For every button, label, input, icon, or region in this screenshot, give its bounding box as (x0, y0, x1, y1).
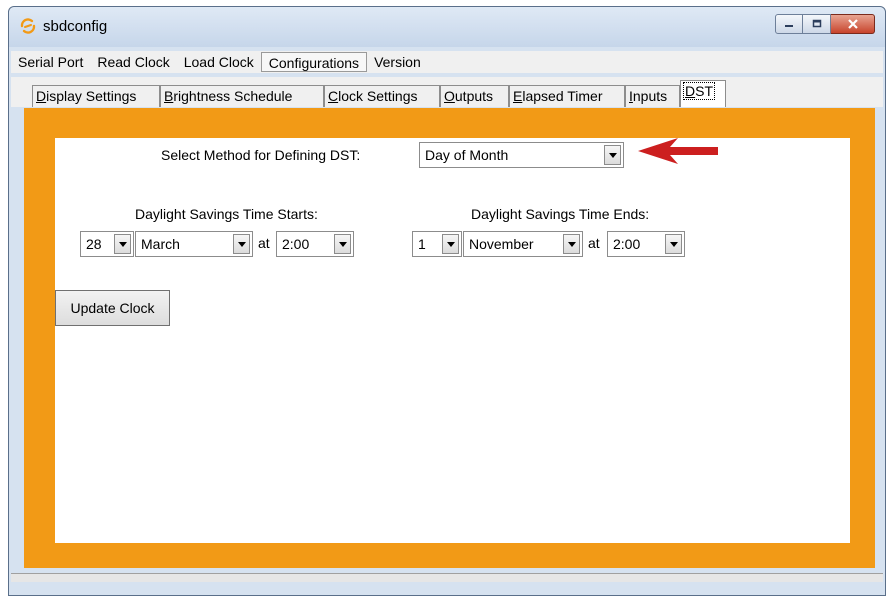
start-month-value: March (141, 236, 180, 252)
start-time-select[interactable]: 2:00 (276, 231, 354, 257)
dst-panel: Select Method for Defining DST: Day of M… (55, 138, 850, 543)
tab-dst[interactable]: DST (680, 80, 726, 107)
minimize-button[interactable] (775, 14, 803, 34)
method-select[interactable]: Day of Month (419, 142, 624, 168)
update-clock-button[interactable]: Update Clock (55, 290, 170, 326)
tab-dst-label: ST (695, 83, 714, 99)
tab-outputs[interactable]: Outputs (440, 85, 509, 107)
start-day-select[interactable]: 28 (80, 231, 134, 257)
dst-starts-label: Daylight Savings Time Starts: (135, 206, 318, 222)
menu-version[interactable]: Version (367, 52, 428, 72)
tab-clock-settings[interactable]: Clock Settings (324, 85, 440, 107)
end-month-select[interactable]: November (463, 231, 583, 257)
chevron-down-icon[interactable] (563, 234, 580, 254)
end-month-value: November (469, 236, 534, 252)
menu-bar: Serial Port Read Clock Load Clock Config… (11, 51, 883, 73)
sbd-logo-icon (20, 18, 36, 34)
tab-outputs-accel: O (444, 88, 455, 104)
app-window: sbdconfig Serial Port Read Clock Load Cl… (8, 6, 886, 596)
menu-serial-port[interactable]: Serial Port (11, 52, 90, 72)
tab-clock-settings-label: lock Settings (338, 88, 418, 104)
start-month-select[interactable]: March (135, 231, 253, 257)
tab-brightness-schedule[interactable]: Brightness Schedule (160, 85, 324, 107)
chevron-down-icon[interactable] (442, 234, 459, 254)
method-select-value: Day of Month (425, 147, 509, 163)
chevron-down-icon[interactable] (604, 145, 621, 165)
window-title: sbdconfig (43, 18, 108, 35)
tab-bar: Display Settings Brightness Schedule Clo… (11, 77, 883, 107)
end-time-value: 2:00 (613, 236, 641, 252)
chevron-down-icon[interactable] (334, 234, 351, 254)
chevron-down-icon[interactable] (114, 234, 131, 254)
chevron-down-icon[interactable] (665, 234, 682, 254)
tab-brightness-schedule-accel: B (164, 88, 174, 104)
end-time-select[interactable]: 2:00 (607, 231, 685, 257)
tab-inputs-label: nputs (632, 88, 668, 104)
minimize-icon (785, 25, 793, 27)
close-icon (847, 19, 858, 29)
end-day-select[interactable]: 1 (412, 231, 462, 257)
title-bar[interactable]: sbdconfig (9, 7, 885, 47)
menu-load-clock[interactable]: Load Clock (177, 52, 261, 72)
maximize-button[interactable] (803, 14, 831, 34)
annotation-arrow-icon (638, 138, 718, 164)
status-bar (11, 573, 883, 582)
dst-ends-label: Daylight Savings Time Ends: (471, 206, 650, 222)
dst-panel-border: Select Method for Defining DST: Day of M… (24, 108, 875, 568)
tab-dst-accel: D (685, 83, 696, 99)
tab-display-settings[interactable]: Display Settings (32, 85, 160, 107)
maximize-icon (812, 19, 821, 28)
tab-inputs[interactable]: Inputs (625, 85, 680, 107)
close-button[interactable] (831, 14, 875, 34)
tab-elapsed-timer-label: lapsed Timer (522, 88, 603, 104)
start-at-label: at (258, 235, 270, 251)
tab-brightness-schedule-label: rightness Schedule (173, 88, 293, 104)
menu-configurations[interactable]: Configurations (260, 52, 368, 72)
end-at-label: at (588, 235, 600, 251)
method-label: Select Method for Defining DST: (161, 147, 361, 163)
tab-clock-settings-accel: C (328, 88, 339, 104)
tab-outputs-label: utputs (454, 88, 494, 104)
tab-elapsed-timer-accel: E (513, 88, 523, 104)
tab-dst-label-wrap: DST (682, 82, 716, 100)
start-time-value: 2:00 (282, 236, 310, 252)
chevron-down-icon[interactable] (233, 234, 250, 254)
tab-display-settings-label: isplay Settings (46, 88, 137, 104)
start-day-value: 28 (86, 236, 102, 252)
tab-elapsed-timer[interactable]: Elapsed Timer (509, 85, 625, 107)
window-controls (775, 14, 875, 36)
menu-read-clock[interactable]: Read Clock (90, 52, 176, 72)
end-day-value: 1 (418, 236, 426, 252)
tab-display-settings-accel: D (36, 88, 47, 104)
